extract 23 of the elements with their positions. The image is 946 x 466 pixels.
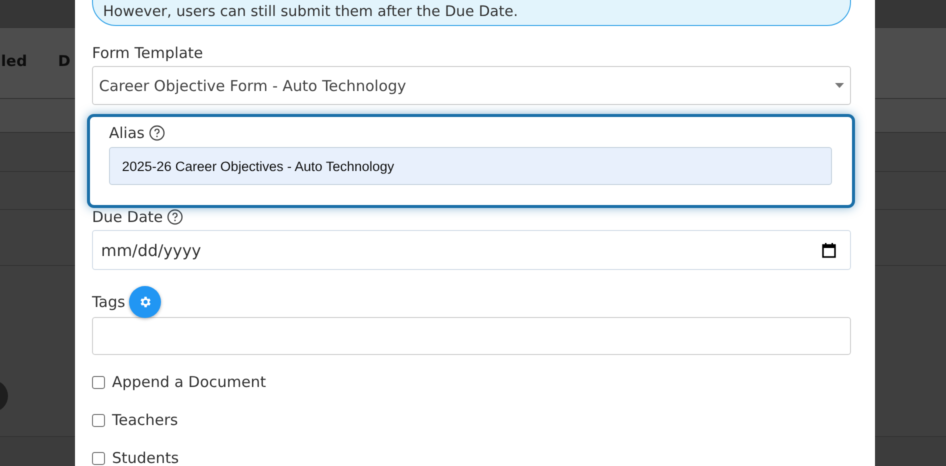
field-label: Form Template [92,43,204,63]
help-icon[interactable] [166,209,183,225]
help-icon[interactable] [148,125,165,141]
field-label: Tags [92,292,126,310]
column-header: led [1,52,28,70]
tags-input[interactable] [92,317,851,355]
caret-icon [835,83,844,88]
calendar-icon[interactable] [822,242,836,258]
checkbox[interactable] [92,452,105,464]
checkbox-label: Teachers [112,411,178,429]
checkbox[interactable] [92,376,105,388]
checkbox-label: Students [112,449,179,466]
column-header: D [58,52,70,70]
due-date-field[interactable]: mm/dd/yyyy [92,230,851,270]
field-label: Due Date [92,208,163,226]
checkbox[interactable] [92,414,105,426]
settings-icon [138,294,152,308]
field-label: Alias [109,124,145,142]
checkbox-label: Append a Document [112,373,266,391]
settings-button[interactable] [129,286,162,318]
form-template-select[interactable]: Career Objective Form - Auto Technology [92,66,851,105]
alias-input[interactable]: 2025-26 Career Objectives - Auto Technology [109,147,832,185]
notice-text: However, users can still submit them after the Due Date. [103,4,518,20]
